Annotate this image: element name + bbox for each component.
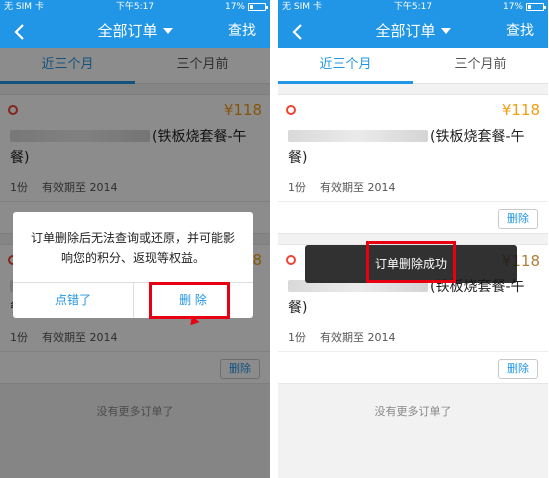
- nav-bar: 全部订单 查找: [0, 14, 270, 48]
- order-quantity: 1份: [288, 181, 306, 194]
- no-more-orders-label: 没有更多订单了: [374, 405, 452, 418]
- screenshot-stage: 无 SIM 卡 下午5:17 17% 全部订单 查找 近三个月 三个月前 ¥11…: [0, 0, 549, 478]
- merchant-logo-icon: [286, 105, 296, 115]
- order-quantity: 1份: [288, 331, 306, 344]
- battery-icon: [248, 3, 268, 11]
- order-validity: 有效期至 2014: [320, 181, 396, 194]
- search-button[interactable]: 查找: [228, 14, 256, 48]
- order-meta: 1份 有效期至 2014: [288, 329, 396, 345]
- order-title: (铁板烧套餐-午餐): [288, 127, 540, 169]
- tab-recent-three-months[interactable]: 近三个月: [278, 48, 413, 83]
- battery-percent: 17%: [224, 2, 245, 12]
- delete-order-button[interactable]: 删除: [498, 209, 538, 229]
- order-action-row: 删除: [278, 351, 548, 385]
- page-title: 全部订单: [97, 22, 158, 40]
- battery-indicator: 17%: [502, 0, 546, 14]
- chevron-down-icon: [440, 28, 451, 34]
- phone-right: 无 SIM 卡 下午5:17 17% 全部订单 查找 近三个月 三个月前 ¥11…: [278, 0, 548, 478]
- order-meta: 1份 有效期至 2014: [288, 179, 396, 195]
- annotation-highlight-box: [149, 282, 230, 319]
- dialog-message: 订单删除后无法查询或还原，并可能影响您的积分、返现等权益。: [30, 231, 235, 265]
- order-action-row: 删除: [278, 201, 548, 235]
- battery-icon: [526, 3, 546, 11]
- search-button[interactable]: 查找: [506, 14, 534, 48]
- annotation-highlight-box: [366, 241, 456, 283]
- status-bar: 无 SIM 卡 下午5:17 17%: [278, 0, 548, 14]
- blurred-merchant-name: [288, 130, 428, 142]
- tab-older-than-three-months[interactable]: 三个月前: [413, 48, 548, 83]
- order-price: ¥118: [501, 101, 540, 119]
- dialog-cancel-button[interactable]: 点错了: [13, 282, 133, 318]
- battery-indicator: 17%: [224, 0, 268, 14]
- page-title: 全部订单: [375, 22, 436, 40]
- chevron-down-icon: [162, 28, 173, 34]
- tab-bar: 近三个月 三个月前: [278, 48, 548, 84]
- delete-order-button[interactable]: 删除: [498, 359, 538, 379]
- order-card[interactable]: ¥118 (铁板烧套餐-午餐) 1份 有效期至 2014 删除: [278, 94, 548, 234]
- status-bar: 无 SIM 卡 下午5:17 17%: [0, 0, 270, 14]
- merchant-logo-icon: [286, 255, 296, 265]
- nav-bar: 全部订单 查找: [278, 14, 548, 48]
- phone-left: 无 SIM 卡 下午5:17 17% 全部订单 查找 近三个月 三个月前 ¥11…: [0, 0, 270, 478]
- order-validity: 有效期至 2014: [320, 331, 396, 344]
- order-title: (铁板烧套餐-午餐): [288, 277, 540, 319]
- battery-percent: 17%: [502, 2, 523, 12]
- active-tab-indicator: [278, 81, 413, 84]
